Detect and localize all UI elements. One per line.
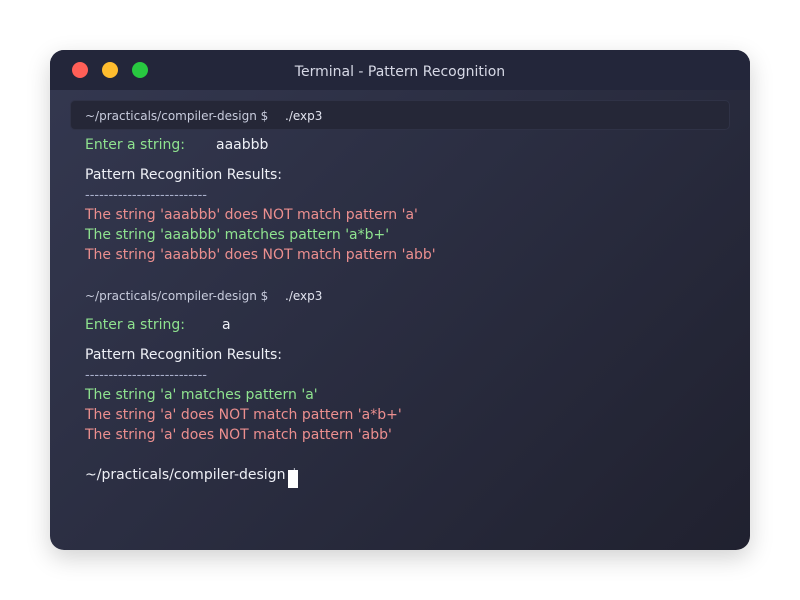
result-1-1: The string 'aaabbb' does NOT match patte… <box>85 207 418 223</box>
text-cursor[interactable] <box>288 470 298 488</box>
prompt-2: ~/practicals/compiler-design $ <box>85 289 269 303</box>
title-bar: Terminal - Pattern Recognition <box>50 50 750 90</box>
results-heading-2: Pattern Recognition Results: <box>85 347 282 363</box>
minimize-button[interactable] <box>102 62 118 78</box>
result-2-1: The string 'a' matches pattern 'a' <box>85 387 318 403</box>
results-heading-1: Pattern Recognition Results: <box>85 167 282 183</box>
window-title: Terminal - Pattern Recognition <box>294 64 506 80</box>
command-2: ./exp3 <box>285 289 323 303</box>
close-button[interactable] <box>72 62 88 78</box>
separator-2: -------------------------- <box>85 368 207 383</box>
input-value-2: a <box>222 317 231 333</box>
command-1: ./exp3 <box>285 109 323 123</box>
maximize-button[interactable] <box>132 62 148 78</box>
terminal-window: Terminal - Pattern Recognition ~/practic… <box>50 50 750 550</box>
result-2-2: The string 'a' does NOT match pattern 'a… <box>85 407 402 423</box>
prompt-1: ~/practicals/compiler-design $ <box>85 109 269 123</box>
result-1-2: The string 'aaabbb' matches pattern 'a*b… <box>85 227 390 243</box>
result-1-3: The string 'aaabbb' does NOT match patte… <box>85 247 436 263</box>
input-label-2: Enter a string: <box>85 317 185 333</box>
input-label-1: Enter a string: <box>85 137 185 153</box>
final-prompt: ~/practicals/compiler-design $ <box>85 467 299 483</box>
separator-1: -------------------------- <box>85 188 207 203</box>
input-value-1: aaabbb <box>216 137 269 153</box>
result-2-3: The string 'a' does NOT match pattern 'a… <box>85 427 392 443</box>
